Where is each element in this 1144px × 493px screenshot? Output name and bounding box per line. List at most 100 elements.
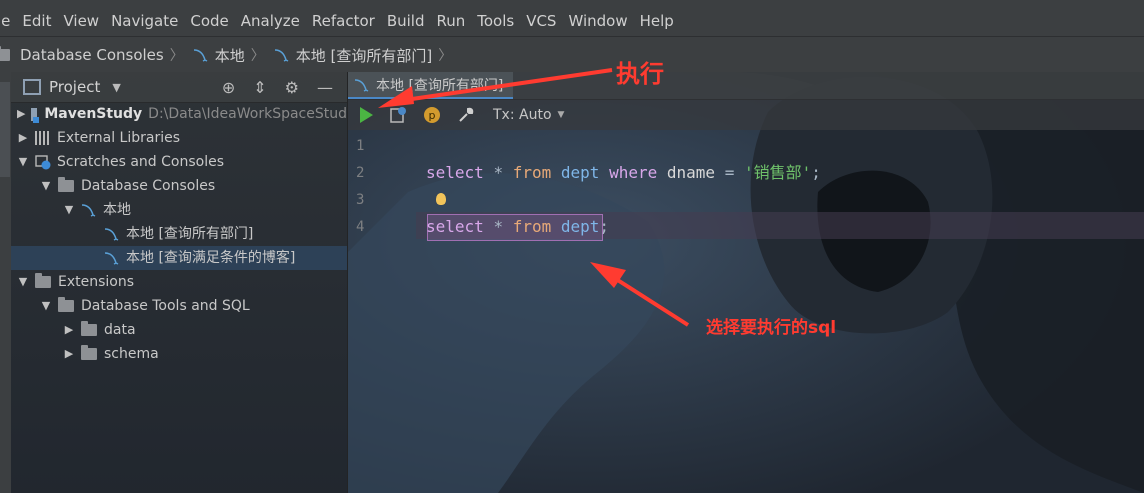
menu-window[interactable]: Window [562, 6, 633, 36]
scratch-icon [35, 154, 51, 169]
project-view-selector[interactable]: Project ▼ [23, 78, 121, 96]
menu-run[interactable]: Run [430, 6, 471, 36]
editor-tab[interactable]: 本地 [查询所有部门] [348, 72, 514, 99]
tree-item[interactable]: ▶ data [11, 318, 347, 342]
semicolon: ; [599, 217, 610, 236]
menu-edit[interactable]: Edit [16, 6, 57, 36]
chevron-down-icon: ▼ [112, 80, 121, 94]
chevron-right-icon: 〉 [250, 48, 265, 64]
folder-icon [58, 297, 74, 312]
tree-item-label: 本地 [查询满足条件的博客] [126, 250, 296, 266]
tree-item-label: Database Tools and SQL [81, 298, 250, 314]
project-window-icon [23, 79, 41, 95]
parameters-icon[interactable]: p [423, 106, 441, 124]
menu-refactor[interactable]: Refactor [306, 6, 381, 36]
execution-log-icon[interactable] [389, 106, 407, 124]
annotation-execute: 执行 [616, 60, 664, 88]
wrench-icon[interactable] [457, 106, 475, 124]
editor-tab-label: 本地 [查询所有部门] [376, 77, 504, 94]
sql-editor[interactable]: select * from dept where dname = '销售部'; … [426, 130, 1144, 493]
editor-area: 本地 [查询所有部门] p Tx: Auto ▼ 1 2 3 4 select … [348, 72, 1144, 493]
editor-tab-bar: 本地 [查询所有部门] [348, 72, 1144, 100]
mysql-icon [274, 49, 289, 62]
tree-item-label: 本地 [查询所有部门] [126, 226, 254, 242]
menu-tools[interactable]: Tools [471, 6, 520, 36]
line-number: 3 [356, 192, 365, 208]
mysql-icon [104, 252, 119, 265]
console-toolbar: p Tx: Auto ▼ [348, 100, 1144, 130]
keyword-select: select [426, 217, 484, 236]
breadcrumb-item-local[interactable]: 本地 〉 [193, 45, 274, 66]
expand-right-icon[interactable]: ▶ [17, 102, 25, 126]
keyword-from: from [512, 163, 552, 182]
code-line-2[interactable]: select * from dept where dname = '销售部'; [426, 159, 821, 186]
minimize-icon[interactable]: — [317, 78, 333, 97]
line-number: 2 [356, 165, 365, 181]
menu-view[interactable]: View [57, 6, 105, 36]
collapse-all-icon[interactable]: ⇕ [253, 78, 266, 97]
breadcrumb-item-query-all-departments[interactable]: 本地 [查询所有部门] 〉 [274, 45, 461, 66]
chevron-right-icon: 〉 [169, 48, 184, 64]
breadcrumb: Database Consoles 〉 本地 〉 本地 [查询所有部门] 〉 [0, 36, 1144, 74]
semicolon: ; [811, 163, 821, 182]
menu-navigate[interactable]: Navigate [105, 6, 184, 36]
tree-item[interactable]: ▶ External Libraries [11, 126, 347, 150]
table-name: dept [560, 217, 600, 236]
expand-down-icon[interactable]: ▼ [40, 174, 52, 198]
expand-right-icon[interactable]: ▶ [63, 318, 75, 342]
tree-item-label: Scratches and Consoles [57, 154, 224, 170]
menu-build[interactable]: Build [381, 6, 431, 36]
tree-item[interactable]: ▼ Database Tools and SQL [11, 294, 347, 318]
menu-help[interactable]: Help [634, 6, 680, 36]
locate-icon[interactable]: ⊕ [222, 78, 235, 97]
line-number-gutter: 1 2 3 4 [348, 130, 416, 493]
expand-right-icon[interactable]: ▶ [17, 126, 29, 150]
gear-icon[interactable]: ⚙ [285, 78, 299, 97]
line-number: 1 [356, 138, 365, 154]
folder-icon [35, 273, 51, 288]
breadcrumb-label: 本地 [214, 46, 245, 65]
operator-equals: = [724, 163, 735, 182]
line-number: 4 [356, 219, 365, 235]
code-line-4[interactable]: select * from dept; [426, 213, 609, 240]
tree-item[interactable]: ▼ Database Consoles [11, 174, 347, 198]
tree-item[interactable]: ▶ schema [11, 342, 347, 366]
tree-item-label: 本地 [103, 202, 131, 218]
tree-item[interactable]: 本地 [查询满足条件的博客] [11, 246, 347, 270]
svg-text:p: p [429, 109, 436, 122]
tree-item-path: D:\Data\IdeaWorkSpaceStud [148, 106, 347, 122]
keyword-from: from [512, 217, 552, 236]
folder-icon [81, 345, 97, 360]
tree-item-label: Database Consoles [81, 178, 216, 194]
breadcrumb-label: Database Consoles [20, 46, 164, 64]
project-title: Project [49, 78, 101, 96]
expand-right-icon[interactable]: ▶ [63, 342, 75, 366]
menu-code[interactable]: Code [184, 6, 234, 36]
tree-item[interactable]: ▼ Extensions [11, 270, 347, 294]
tree-item[interactable]: ▼ Scratches and Consoles [11, 150, 347, 174]
tree-item-label: schema [104, 346, 159, 362]
expand-down-icon[interactable]: ▼ [63, 198, 75, 222]
execute-button[interactable] [360, 107, 373, 123]
expand-down-icon[interactable]: ▼ [40, 294, 52, 318]
tree-item-label: MavenStudy [44, 106, 143, 122]
breadcrumb-item-database-consoles[interactable]: Database Consoles 〉 [0, 45, 193, 65]
expand-down-icon[interactable]: ▼ [17, 270, 29, 294]
tree-item-label: data [104, 322, 136, 338]
library-icon [35, 131, 51, 145]
transaction-mode-dropdown[interactable]: Tx: Auto [493, 107, 552, 123]
project-panel-header: Project ▼ ⊕ ⇕ ⚙ — [11, 72, 347, 103]
project-tool-tab[interactable] [0, 82, 10, 177]
annotation-select-sql: 选择要执行的sql [706, 318, 837, 338]
operator-star: * [493, 163, 504, 182]
operator-star: * [493, 217, 504, 236]
tree-item[interactable]: ▼ 本地 [11, 198, 347, 222]
menu-analyze[interactable]: Analyze [235, 6, 306, 36]
tree-item[interactable]: ▶ MavenStudy D:\Data\IdeaWorkSpaceStud [11, 102, 347, 126]
tree-item[interactable]: 本地 [查询所有部门] [11, 222, 347, 246]
keyword-where: where [609, 163, 658, 182]
menu-file[interactable]: le [0, 6, 16, 36]
folder-icon [81, 321, 97, 336]
menu-vcs[interactable]: VCS [520, 6, 562, 36]
expand-down-icon[interactable]: ▼ [17, 150, 29, 174]
